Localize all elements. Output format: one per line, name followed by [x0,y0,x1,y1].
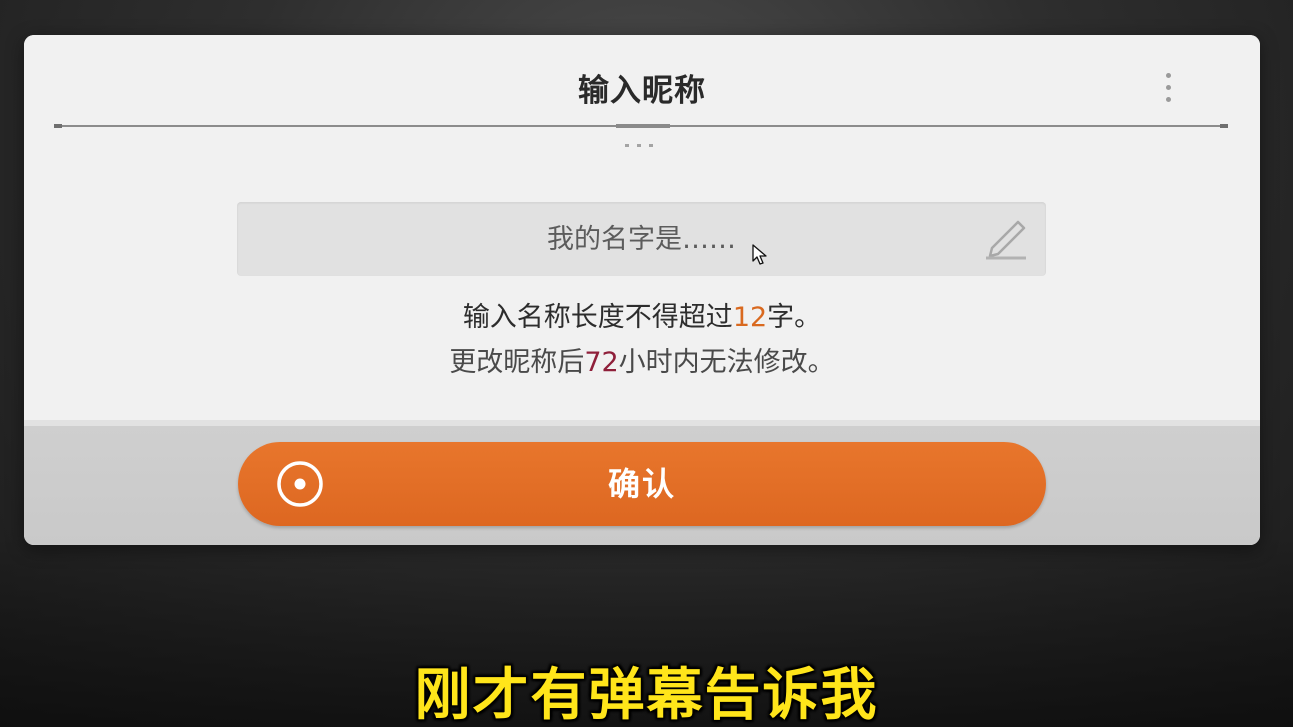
video-subtitle: 刚才有弹幕告诉我 [414,663,879,727]
cooldown-hours-number: 72 [584,347,619,378]
hint-text: 更改昵称后 [449,347,585,378]
nickname-dialog: 输入昵称 输入名称长度不得超过12字。 更改昵称后72小时内无法修改。 确认 [24,35,1260,545]
rename-cooldown-hint: 更改昵称后72小时内无法修改。 [24,340,1260,379]
dialog-title: 输入昵称 [578,73,706,109]
hint-text: 输入名称长度不得超过 [462,302,733,333]
hint-text: 字。 [767,302,822,333]
divider-cap-left [54,124,62,128]
confirm-label: 确认 [607,465,676,503]
pencil-icon[interactable] [982,218,1030,260]
divider-center-bar [616,124,670,128]
name-length-hint: 输入名称长度不得超过12字。 [24,295,1260,334]
confirm-button[interactable]: 确认 [238,442,1046,526]
divider-cap-right [1220,124,1228,128]
max-length-number: 12 [732,302,768,333]
divider-dots [625,132,665,147]
mouse-cursor-icon [752,244,767,265]
nickname-input[interactable] [237,202,1046,276]
hint-text: 小时内无法修改。 [618,347,835,378]
more-vertical-icon[interactable] [1164,73,1172,107]
